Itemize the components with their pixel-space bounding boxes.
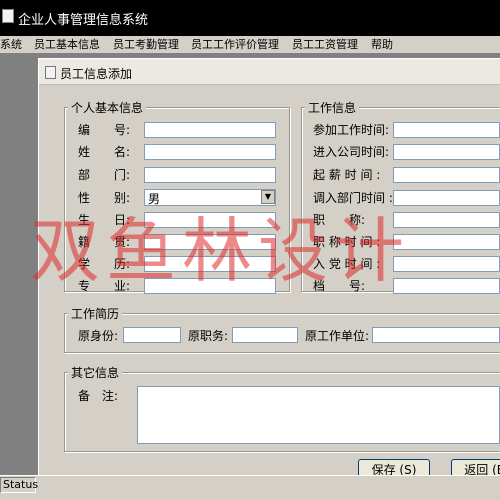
- menu-attendance[interactable]: 员工考勤管理: [113, 36, 179, 53]
- child-window-title: 员工信息添加: [60, 67, 133, 81]
- watermark: 双鱼林设计: [30, 210, 410, 292]
- remark-textarea[interactable]: [137, 386, 500, 444]
- salary-start-date-field[interactable]: [393, 167, 500, 183]
- app-title: 企业人事管理信息系统: [18, 13, 149, 28]
- label-original-employer: 原工作单位:: [305, 329, 370, 343]
- label-department: 部 门:: [78, 168, 131, 182]
- original-position-field[interactable]: [232, 327, 298, 343]
- group-other-title: 其它信息: [68, 364, 123, 381]
- name-field[interactable]: [144, 144, 276, 160]
- original-employer-field[interactable]: [372, 327, 500, 343]
- start-work-date-field[interactable]: [393, 122, 500, 138]
- id-field[interactable]: [144, 122, 276, 138]
- join-company-date-field[interactable]: [393, 144, 500, 160]
- status-text: Status: [0, 477, 38, 493]
- menu-help[interactable]: 帮助: [371, 36, 393, 53]
- label-salary-start-date: 起 薪 时 间 :: [313, 168, 381, 182]
- group-personal-title: 个人基本信息: [68, 99, 147, 116]
- group-work-title: 工作信息: [305, 99, 360, 116]
- department-field[interactable]: [144, 167, 276, 183]
- label-original-position: 原职务:: [188, 329, 229, 343]
- label-start-work-date: 参加工作时间:: [313, 123, 390, 137]
- label-name: 姓 名:: [78, 145, 131, 159]
- original-identity-field[interactable]: [123, 327, 181, 343]
- label-join-company-date: 进入公司时间:: [313, 145, 390, 159]
- menu-evaluation[interactable]: 员工工作评价管理: [191, 36, 279, 53]
- window-icon: [45, 66, 56, 79]
- menu-system[interactable]: 系统: [0, 36, 22, 53]
- label-remark: 备 注:: [78, 389, 119, 403]
- statusbar: [0, 475, 500, 500]
- label-original-identity: 原身份:: [78, 329, 119, 343]
- app-icon: [2, 9, 14, 23]
- group-resume-title: 工作简历: [68, 305, 123, 322]
- menu-employee-info[interactable]: 员工基本信息: [34, 36, 100, 53]
- label-id: 编 号:: [78, 123, 131, 137]
- menu-salary[interactable]: 员工工资管理: [292, 36, 358, 53]
